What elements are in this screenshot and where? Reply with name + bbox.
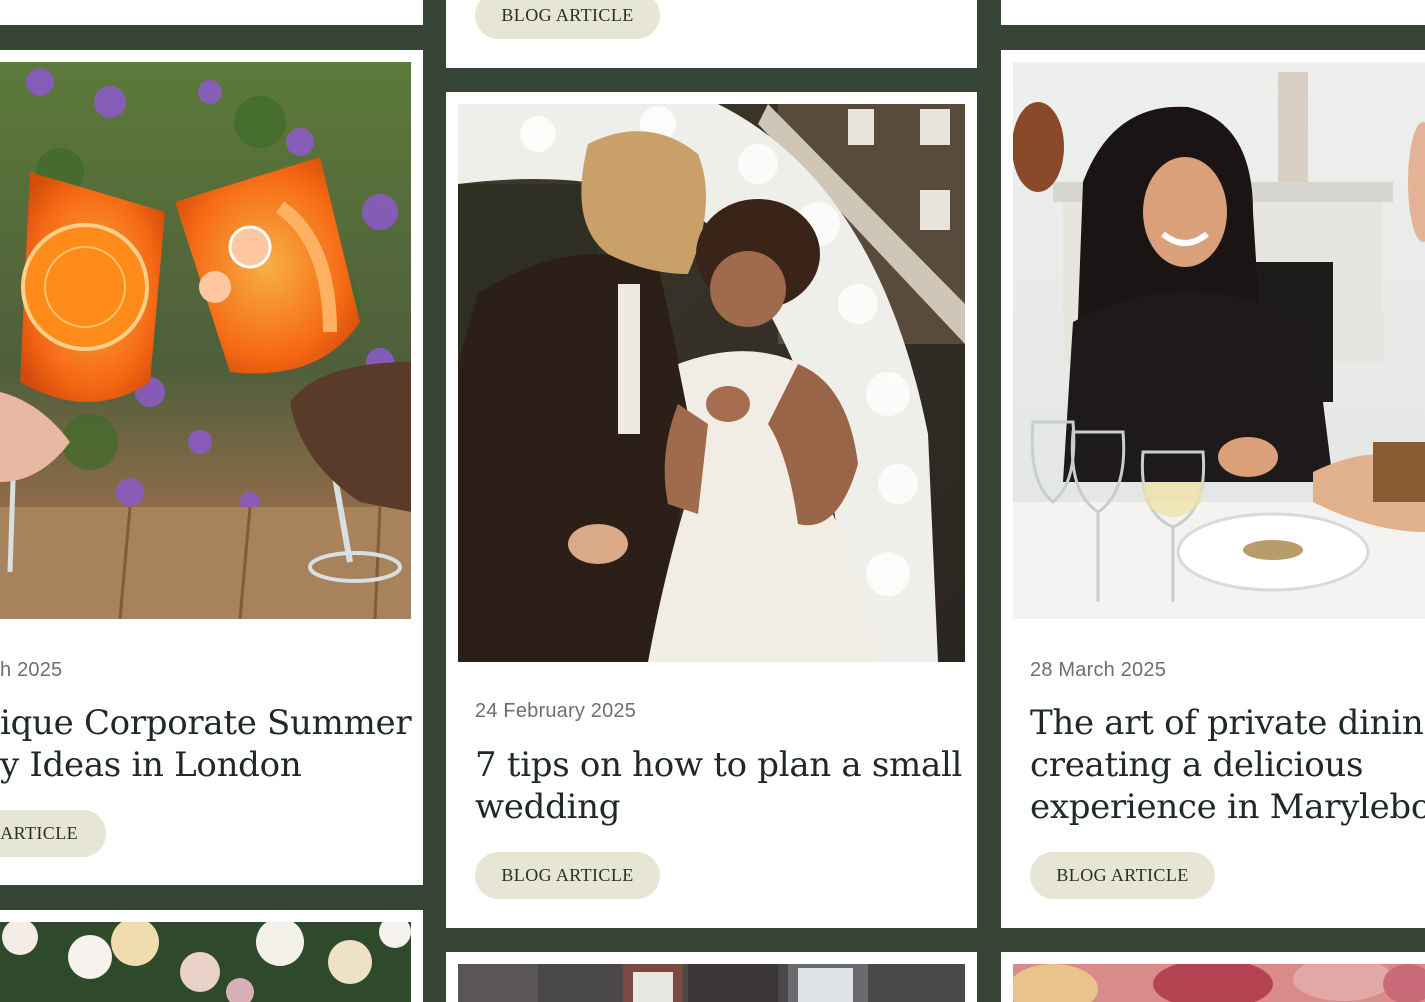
article-date: 28 March 2025 bbox=[1030, 659, 1167, 681]
blog-article-tag-button[interactable]: BLOG ARTICLE bbox=[1030, 852, 1215, 899]
blog-card-corporate-summer[interactable]: h 2025 ique Corporate Summer y Ideas in … bbox=[0, 50, 423, 885]
article-title-line: creating a delicious bbox=[1030, 745, 1364, 785]
blog-card-left-bottom[interactable] bbox=[0, 910, 423, 1002]
blog-card-small-wedding[interactable]: 24 February 2025 7 tips on how to plan a… bbox=[446, 92, 977, 928]
dessert-photo[interactable] bbox=[1013, 964, 1425, 1002]
article-title-line: The art of private dining bbox=[1030, 703, 1425, 743]
blog-card-center-bottom[interactable] bbox=[446, 952, 977, 1002]
blog-article-tag-button[interactable]: BLOG ARTICLE bbox=[475, 852, 660, 899]
private-dining-photo[interactable] bbox=[1013, 62, 1425, 619]
article-title-line: ique Corporate Summer bbox=[0, 703, 412, 743]
blog-grid: BLOG ARTICLE h 2025 ique Corporate Summe… bbox=[0, 0, 1425, 1002]
article-title[interactable]: The art of private dining creating a del… bbox=[1030, 702, 1425, 828]
blog-card-right-bottom[interactable] bbox=[1001, 952, 1425, 1002]
article-date: h 2025 bbox=[0, 659, 63, 681]
blog-card-left-top[interactable] bbox=[0, 0, 423, 25]
article-title-line: y Ideas in London bbox=[0, 745, 302, 785]
brick-building-photo[interactable] bbox=[458, 964, 965, 1002]
blog-card-private-dining[interactable]: 28 March 2025 The art of private dining … bbox=[1001, 50, 1425, 928]
article-title[interactable]: ique Corporate Summer y Ideas in London bbox=[0, 702, 423, 786]
cocktail-glasses-photo[interactable] bbox=[0, 62, 411, 619]
blog-card-center-top[interactable]: BLOG ARTICLE bbox=[446, 0, 977, 68]
article-title-line: experience in Marylebone bbox=[1030, 787, 1425, 827]
article-title-line: 7 tips on how to plan a small bbox=[475, 745, 963, 785]
blog-card-right-top[interactable] bbox=[1001, 0, 1425, 25]
blog-article-tag-button[interactable]: BLOG ARTICLE bbox=[475, 0, 660, 39]
wedding-couple-photo[interactable] bbox=[458, 104, 965, 662]
blog-article-tag-button[interactable]: ARTICLE bbox=[0, 810, 106, 857]
article-title-line: wedding bbox=[475, 787, 621, 827]
article-date: 24 February 2025 bbox=[475, 700, 637, 722]
flower-arrangement-photo[interactable] bbox=[0, 922, 411, 1002]
article-title[interactable]: 7 tips on how to plan a small wedding bbox=[475, 744, 965, 828]
